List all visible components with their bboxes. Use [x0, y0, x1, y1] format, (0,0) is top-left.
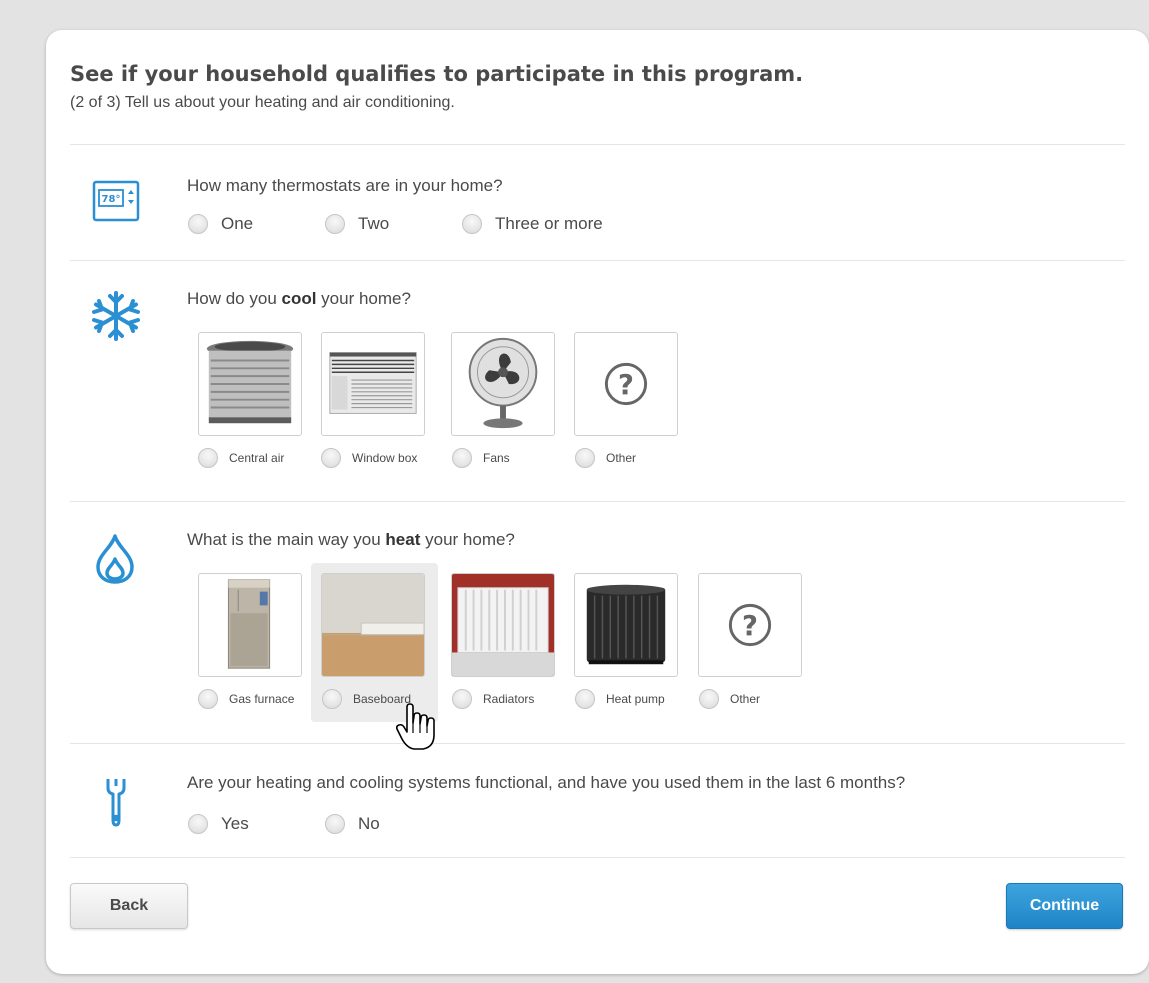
fans-image[interactable] [451, 332, 555, 436]
radio-button[interactable] [325, 814, 345, 834]
snowflake-icon [90, 290, 142, 342]
other-cooling-image[interactable]: ? [574, 332, 678, 436]
heat-pump-image[interactable] [574, 573, 678, 677]
flame-drop-icon [94, 533, 136, 585]
radio-button[interactable] [575, 448, 595, 468]
continue-button[interactable]: Continue [1006, 883, 1123, 929]
radio-button[interactable] [452, 689, 472, 709]
cooling-option-window-box[interactable]: Window box [321, 448, 417, 468]
page-title: See if your household qualifies to parti… [70, 62, 804, 86]
cooling-question: How do you cool your home? [187, 289, 411, 308]
divider [70, 857, 1125, 858]
radio-button[interactable] [452, 448, 472, 468]
thermostat-option-one[interactable]: One [188, 214, 253, 234]
thermostat-option-two[interactable]: Two [325, 214, 389, 234]
cooling-option-other[interactable]: Other [575, 448, 636, 468]
thermostat-icon: 78° [92, 180, 140, 224]
functional-option-no[interactable]: No [325, 814, 380, 834]
radio-button[interactable] [198, 448, 218, 468]
divider [70, 144, 1125, 145]
other-heating-image[interactable]: ? [698, 573, 802, 677]
svg-text:78°: 78° [102, 194, 121, 205]
back-button[interactable]: Back [70, 883, 188, 929]
radio-button[interactable] [699, 689, 719, 709]
step-subtitle: (2 of 3) Tell us about your heating and … [70, 94, 455, 111]
window-box-image[interactable] [321, 332, 425, 436]
thermostat-option-three-or-more[interactable]: Three or more [462, 214, 603, 234]
radio-button[interactable] [198, 689, 218, 709]
divider [70, 501, 1125, 502]
thermostat-question: How many thermostats are in your home? [187, 176, 503, 195]
heating-option-other[interactable]: Other [699, 689, 760, 709]
central-air-image[interactable] [198, 332, 302, 436]
functional-option-yes[interactable]: Yes [188, 814, 249, 834]
radiators-image[interactable] [451, 573, 555, 677]
radio-button[interactable] [325, 214, 345, 234]
radio-button[interactable] [322, 689, 342, 709]
heating-question: What is the main way you heat your home? [187, 530, 515, 549]
divider [70, 743, 1125, 744]
wrench-icon [103, 776, 129, 828]
heating-option-baseboard[interactable]: Baseboard [322, 689, 411, 709]
radio-button[interactable] [188, 214, 208, 234]
functional-question: Are your heating and cooling systems fun… [187, 773, 906, 792]
radio-button[interactable] [321, 448, 341, 468]
svg-text:?: ? [742, 611, 758, 642]
cooling-option-fans[interactable]: Fans [452, 448, 510, 468]
heating-option-gas-furnace[interactable]: Gas furnace [198, 689, 294, 709]
radio-button[interactable] [575, 689, 595, 709]
heating-option-radiators[interactable]: Radiators [452, 689, 534, 709]
divider [70, 260, 1125, 261]
cooling-option-central-air[interactable]: Central air [198, 448, 284, 468]
svg-text:?: ? [618, 370, 634, 401]
baseboard-image[interactable] [321, 573, 425, 677]
radio-button[interactable] [462, 214, 482, 234]
radio-button[interactable] [188, 814, 208, 834]
heating-option-heat-pump[interactable]: Heat pump [575, 689, 665, 709]
gas-furnace-image[interactable] [198, 573, 302, 677]
